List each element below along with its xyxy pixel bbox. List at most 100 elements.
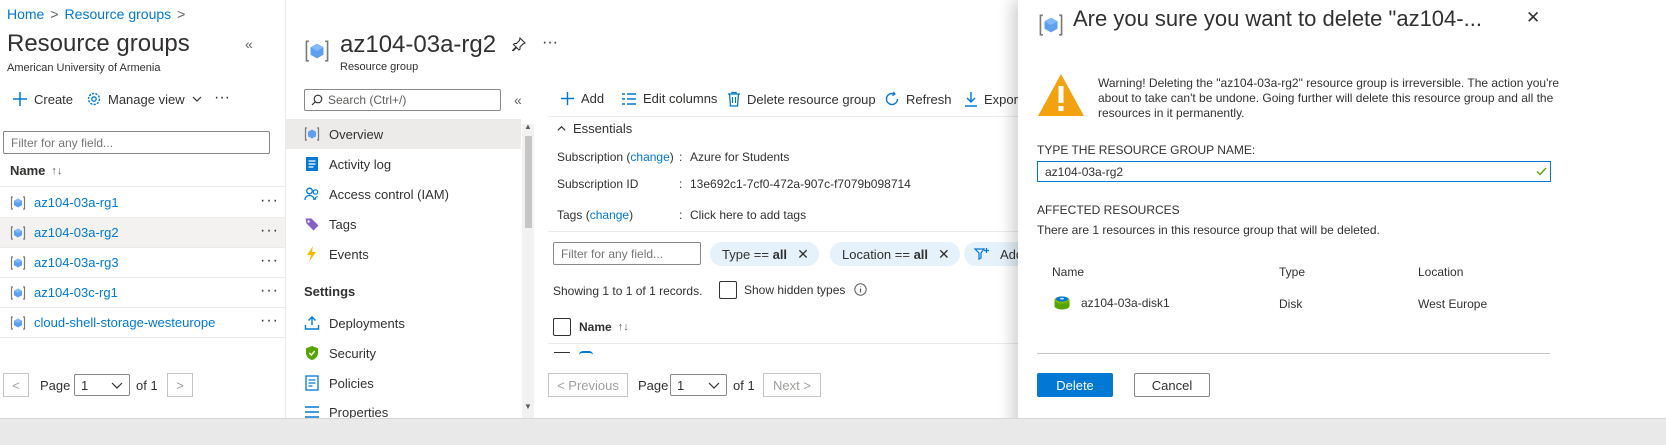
pin-icon[interactable] — [512, 37, 526, 51]
add-label: Add — [581, 91, 605, 106]
previous-page-button[interactable]: < Previous — [548, 373, 628, 397]
tag-icon — [305, 218, 319, 231]
subscription-value-link[interactable]: Azure for Students — [690, 150, 789, 164]
resource-group-link[interactable]: az104-03a-rg3 — [34, 255, 119, 270]
resource-group-link[interactable]: az104-03c-rg1 — [34, 285, 118, 300]
table-row[interactable]: cloud-shell-storage-westeurope ··· — [0, 308, 285, 338]
add-tags-link[interactable]: Click here to add tags — [690, 208, 806, 222]
select-all-checkbox[interactable] — [553, 318, 571, 336]
change-subscription-link[interactable]: change — [630, 150, 669, 164]
row-more-button[interactable]: ··· — [260, 222, 279, 240]
warning-icon — [1038, 74, 1084, 116]
affected-resources-description: There are 1 resources in this resource g… — [1037, 223, 1380, 237]
essentials-toggle[interactable]: Essentials — [556, 121, 632, 136]
type-name-label: TYPE THE RESOURCE GROUP NAME: — [1037, 143, 1256, 157]
page-value: 1 — [81, 377, 89, 393]
resources-filter-input[interactable] — [553, 242, 701, 265]
confirm-name-input[interactable] — [1037, 161, 1551, 182]
location-filter-pill[interactable]: Location == all ✕ — [830, 242, 960, 266]
name-column-header: Name — [1052, 265, 1085, 279]
menu-search-box[interactable]: Search (Ctrl+/) — [304, 89, 501, 111]
type-filter-pill[interactable]: Type == all ✕ — [710, 242, 819, 266]
next-page-button[interactable]: > — [167, 373, 193, 397]
menu-item-security[interactable]: Security — [286, 338, 521, 368]
resource-group-link[interactable]: az104-03a-rg2 — [34, 225, 119, 240]
refresh-button[interactable]: Refresh — [884, 91, 952, 107]
table-row[interactable]: az104-03c-rg1 ··· — [0, 278, 285, 308]
delete-confirmation-panel: Are you sure you want to delete "az104-.… — [1018, 0, 1666, 445]
table-row[interactable]: az104-03a-rg1 ··· — [0, 188, 285, 218]
menu-item-policies[interactable]: Policies — [286, 368, 521, 398]
sort-icon: ↑↓ — [51, 164, 63, 177]
pill-value: all — [913, 246, 929, 262]
menu-item-events[interactable]: Events — [286, 239, 521, 269]
subscription-label-text: Subscription — [557, 150, 624, 164]
name-column-header[interactable]: Name ↑↓ — [10, 163, 62, 178]
manage-view-button[interactable]: Manage view — [86, 91, 203, 107]
menu-item-properties[interactable]: Properties — [286, 398, 521, 418]
menu-item-label: Security — [329, 345, 376, 361]
table-row[interactable]: az104-03a-rg2 ··· — [0, 218, 285, 248]
menu-item-tags[interactable]: Tags — [286, 209, 521, 239]
resource-group-blade: az104-03a-rg2 Resource group ··· Search … — [285, 0, 1034, 445]
menu-item-deployments[interactable]: Deployments — [286, 308, 521, 338]
show-hidden-checkbox[interactable] — [719, 281, 737, 299]
row-more-button[interactable]: ··· — [260, 312, 279, 330]
change-tags-link[interactable]: change — [590, 208, 629, 222]
settings-section-header: Settings — [304, 284, 356, 299]
export-button[interactable]: Export — [964, 91, 1022, 107]
collapse-blade-button[interactable]: « — [245, 36, 253, 52]
cancel-button[interactable]: Cancel — [1134, 373, 1210, 397]
chevron-down-icon — [192, 96, 202, 102]
menu-item-label: Overview — [329, 126, 384, 142]
row-more-button[interactable]: ··· — [260, 282, 279, 300]
menu-item-activity-log[interactable]: Activity log — [286, 149, 521, 179]
type-column-header: Type — [1279, 265, 1306, 279]
delete-resource-group-button[interactable]: Delete resource group — [727, 91, 876, 107]
menu-item-overview[interactable]: Overview — [286, 119, 521, 149]
pill-value: all — [772, 246, 788, 262]
page-select[interactable]: 1 — [74, 374, 130, 396]
resource-group-link[interactable]: az104-03a-rg1 — [34, 195, 119, 210]
colon: : — [679, 208, 683, 222]
info-icon[interactable] — [854, 283, 867, 296]
table-row[interactable]: az104-03a-rg3 ··· — [0, 248, 285, 278]
remove-filter-icon[interactable]: ✕ — [938, 246, 950, 263]
menu-item-label: Events — [329, 246, 369, 262]
add-button[interactable]: Add — [560, 91, 604, 106]
next-page-button[interactable]: Next > — [763, 373, 821, 397]
collapse-menu-button[interactable]: « — [514, 92, 522, 108]
remove-filter-icon[interactable]: ✕ — [797, 246, 809, 263]
scroll-up-icon[interactable]: ▲ — [524, 122, 532, 131]
more-button[interactable]: ··· — [542, 34, 558, 52]
more-commands-button[interactable]: ··· — [214, 89, 230, 107]
menu-item-access-control[interactable]: Access control (IAM) — [286, 179, 521, 209]
page-subtitle: American University of Armenia — [7, 62, 161, 74]
delete-button[interactable]: Delete — [1037, 373, 1113, 397]
download-icon — [965, 92, 977, 107]
affected-resources-header: AFFECTED RESOURCES — [1037, 203, 1180, 217]
breadcrumb-resource-groups[interactable]: Resource groups — [65, 6, 172, 22]
resource-group-icon — [10, 255, 26, 270]
edit-columns-button[interactable]: Edit columns — [621, 91, 717, 106]
resource-group-title: az104-03a-rg2 — [340, 31, 497, 58]
pill-text: Location == all — [842, 247, 928, 262]
row-checkbox-partial[interactable] — [554, 352, 570, 355]
resource-group-icon — [305, 40, 329, 62]
sort-icon: ↑↓ — [617, 321, 629, 333]
scroll-down-icon[interactable]: ▼ — [524, 402, 532, 411]
refresh-icon — [885, 91, 899, 106]
menu-scrollbar-thumb[interactable] — [525, 136, 532, 228]
resource-group-link[interactable]: cloud-shell-storage-westeurope — [34, 315, 215, 330]
resource-type: Disk — [1279, 297, 1303, 311]
create-button[interactable]: Create — [12, 91, 73, 107]
row-more-button[interactable]: ··· — [260, 252, 279, 270]
page-select[interactable]: 1 — [670, 374, 727, 396]
resources-name-column-header[interactable]: Name ↑↓ — [579, 320, 629, 334]
prev-page-button[interactable]: < — [3, 373, 29, 397]
row-more-button[interactable]: ··· — [260, 192, 279, 210]
breadcrumb-home[interactable]: Home — [7, 6, 44, 22]
footer-divider — [1037, 353, 1550, 354]
close-button[interactable]: ✕ — [1526, 8, 1540, 28]
filter-input[interactable] — [3, 131, 270, 154]
